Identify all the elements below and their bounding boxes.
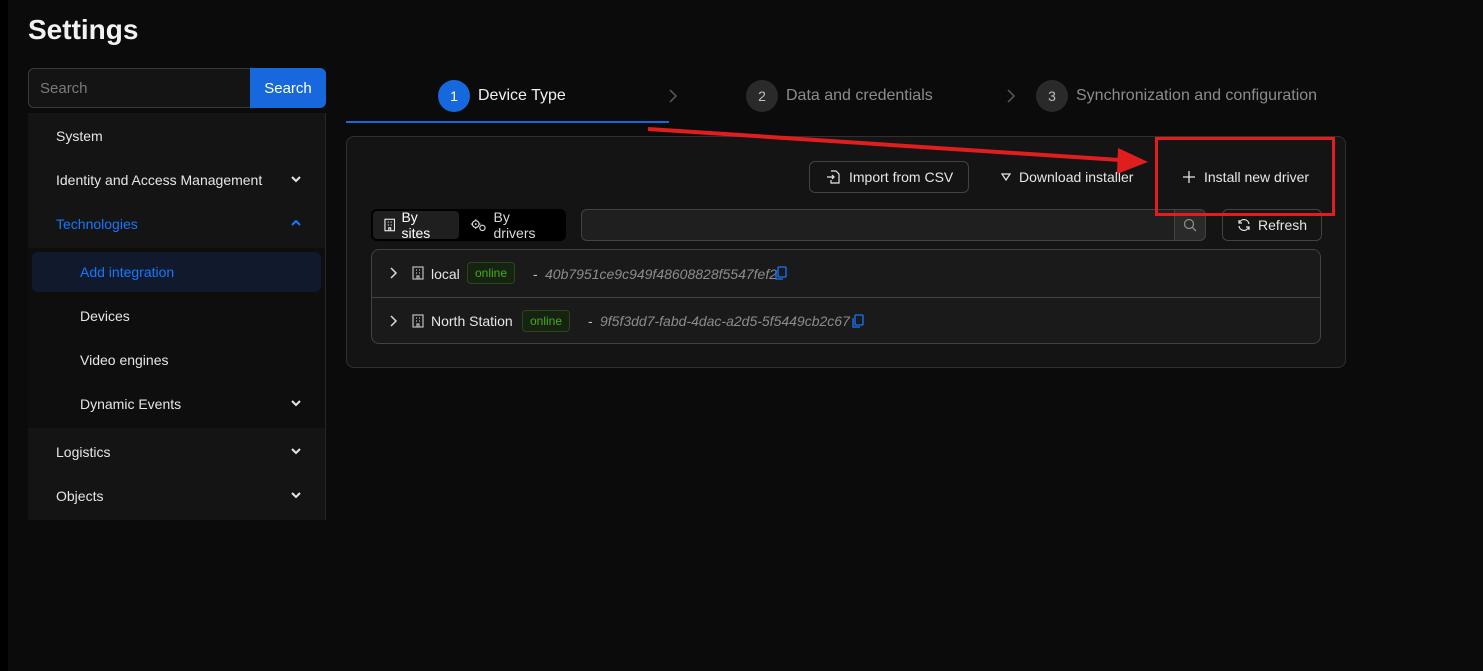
step-label: Device Type: [478, 87, 566, 104]
import-csv-label: Import from CSV: [849, 169, 954, 185]
chevron-right-icon[interactable]: [388, 314, 400, 328]
site-name: local: [431, 265, 460, 282]
sidebar-item-label: Dynamic Events: [80, 396, 182, 412]
view-by-drivers[interactable]: By drivers: [459, 209, 564, 241]
device-type-panel: Import from CSV Download installer Insta…: [346, 136, 1346, 368]
sidebar-item-label: Identity and Access Management: [56, 172, 263, 188]
step-label: Synchronization and configuration: [1076, 87, 1318, 104]
chevron-right-icon: [1007, 89, 1016, 103]
sidebar-item-devices[interactable]: Devices: [28, 294, 325, 338]
step-device-type[interactable]: 1 Device Type: [438, 80, 566, 112]
caret-down-icon: [1001, 173, 1011, 182]
view-by-sites[interactable]: By sites: [373, 209, 460, 241]
sidebar-item-label: Video engines: [80, 352, 169, 368]
search-input[interactable]: [28, 68, 250, 108]
chevron-down-icon: [291, 176, 301, 183]
sidebar-item-video-engines[interactable]: Video engines: [28, 338, 325, 382]
sidebar-item-label: Add integration: [80, 264, 175, 280]
view-toggle: By sites By drivers: [371, 209, 566, 241]
refresh-icon: [1238, 219, 1250, 231]
file-import-icon: [827, 170, 840, 184]
install-new-driver-button[interactable]: Install new driver: [1166, 161, 1325, 193]
import-csv-button[interactable]: Import from CSV: [809, 161, 970, 193]
sidebar-item-logistics[interactable]: Logistics: [28, 430, 325, 474]
status-badge: online: [467, 262, 516, 284]
settings-search: Search: [28, 68, 326, 108]
sidebar-menu: System Identity and Access Management Te…: [28, 113, 326, 520]
separator: -: [588, 313, 593, 329]
copy-icon[interactable]: [851, 314, 865, 328]
step-label: Data and credentials: [786, 87, 933, 104]
sites-list: local online - 40b7951ce9c949f48608828f5…: [371, 249, 1321, 344]
install-new-driver-label: Install new driver: [1204, 169, 1310, 185]
active-step-indicator: [346, 121, 669, 123]
sidebar-item-system[interactable]: System: [28, 114, 325, 158]
gears-icon: [471, 219, 486, 232]
filter-input[interactable]: [581, 209, 1175, 241]
site-row-local[interactable]: local online - 40b7951ce9c949f48608828f5…: [372, 250, 1320, 297]
step-number: 1: [438, 80, 470, 112]
sidebar-item-dynamic-events[interactable]: Dynamic Events: [28, 382, 325, 426]
sidebar-item-label: Logistics: [56, 444, 111, 460]
sidebar-item-label: System: [56, 128, 103, 144]
view-by-sites-label: By sites: [401, 209, 431, 241]
sidebar-item-label: Devices: [80, 308, 130, 324]
sidebar-item-identity-access-management[interactable]: Identity and Access Management: [28, 158, 325, 202]
step-number: 3: [1036, 80, 1068, 112]
sidebar-item-technologies[interactable]: Technologies: [28, 202, 325, 246]
download-installer-button[interactable]: Download installer: [985, 161, 1149, 193]
sidebar-item-add-integration[interactable]: Add integration: [32, 252, 321, 292]
chevron-right-icon: [669, 89, 678, 103]
wizard-steps: 1 Device Type 2 Data and credentials 3 S…: [346, 72, 1346, 124]
copy-icon[interactable]: [774, 266, 788, 280]
download-installer-label: Download installer: [1019, 169, 1134, 185]
step-sync-config[interactable]: 3 Synchronization and configuration: [1036, 80, 1317, 112]
site-id: 9f5f3dd7-fabd-4dac-a2d5-5f5449cb2c67: [600, 313, 850, 329]
refresh-label: Refresh: [1258, 217, 1308, 233]
sidebar-item-label: Technologies: [56, 216, 138, 232]
search-icon: [1183, 218, 1197, 232]
site-name: North Station: [431, 313, 513, 329]
view-by-drivers-label: By drivers: [493, 209, 536, 241]
status-badge: online: [522, 310, 571, 332]
building-icon: [412, 314, 424, 328]
sidebar-item-label: Objects: [56, 488, 104, 504]
step-data-credentials[interactable]: 2 Data and credentials: [746, 80, 933, 112]
sidebar-item-objects[interactable]: Objects: [28, 474, 325, 518]
building-icon: [384, 218, 396, 232]
search-button[interactable]: Search: [250, 68, 326, 108]
chevron-down-icon: [291, 448, 301, 455]
window-edge: [0, 0, 8, 671]
plus-icon: [1183, 171, 1195, 183]
refresh-button[interactable]: Refresh: [1222, 209, 1323, 241]
chevron-right-icon[interactable]: [388, 266, 400, 280]
chevron-down-icon: [291, 492, 301, 499]
page-title: Settings: [28, 14, 139, 45]
chevron-up-icon: [291, 219, 301, 226]
site-id: 40b7951ce9c949f48608828f5547fef2: [545, 265, 777, 282]
filter-search-button[interactable]: [1174, 209, 1206, 241]
chevron-down-icon: [291, 400, 301, 407]
site-row-north-station[interactable]: North Station online - 9f5f3dd7-fabd-4da…: [372, 297, 1320, 343]
step-number: 2: [746, 80, 778, 112]
separator: -: [533, 265, 538, 282]
building-icon: [412, 266, 424, 280]
